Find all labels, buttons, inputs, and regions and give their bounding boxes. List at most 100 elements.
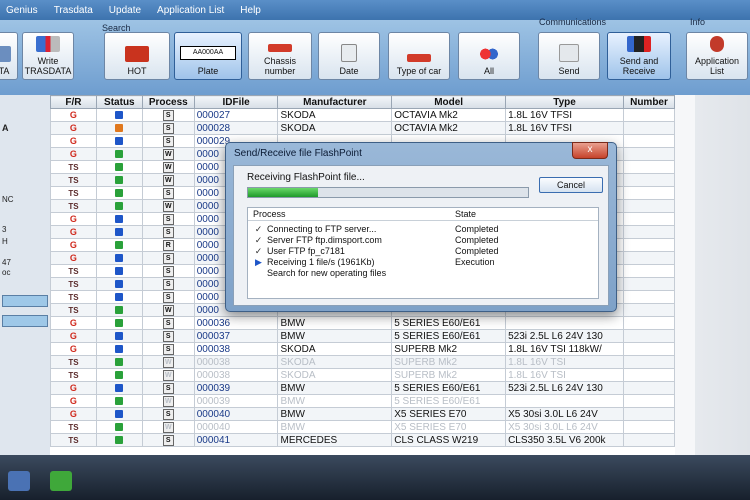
application-list-button[interactable]: Application List [686, 32, 748, 80]
ta-button[interactable]: TA [0, 32, 18, 80]
number-cell [622, 329, 675, 343]
step-status-icon: ✓ [254, 224, 263, 234]
status-cell [95, 433, 143, 447]
col-process[interactable]: Process [141, 95, 195, 109]
menu-bar: Genius Trasdata Update Application List … [0, 0, 750, 20]
write-trasdata-button[interactable]: Write TRASDATA [22, 32, 74, 80]
col-status[interactable]: Status [95, 95, 143, 109]
progress-fill [248, 188, 318, 197]
table-row[interactable]: G S 000036 BMW 5 SERIES E60/E61 [50, 316, 675, 330]
process-cell: S [141, 251, 195, 265]
process-list: Process State ✓ Connecting to FTP server.… [247, 207, 599, 299]
process-cell: S [141, 264, 195, 278]
table-row[interactable]: TS W 000038 SKODA SUPERB Mk2 1.8L 16V TSI [50, 355, 675, 369]
number-cell [622, 225, 675, 239]
process-cell: S [141, 225, 195, 239]
all-button[interactable]: All [458, 32, 520, 80]
process-badge: W [162, 305, 174, 316]
close-button[interactable]: x [572, 142, 608, 159]
second-taskbar-icon[interactable] [50, 471, 72, 491]
app-taskbar-icon[interactable] [8, 471, 30, 491]
chassis-number-button[interactable]: Chassis number [248, 32, 312, 80]
idfile-cell: 000038 [193, 355, 279, 369]
type-cell: 1.8L 16V TFSI [505, 108, 624, 122]
send-receive-button[interactable]: Send and Receive [607, 32, 671, 80]
status-cell [95, 316, 143, 330]
calendar-icon [341, 44, 357, 62]
type-cell [505, 316, 624, 330]
menu-help[interactable]: Help [240, 5, 261, 16]
menu-update[interactable]: Update [109, 5, 141, 16]
fr-cell: G [50, 121, 97, 135]
number-cell [622, 212, 675, 226]
table-row[interactable]: G W 000039 BMW 5 SERIES E60/E61 [50, 394, 675, 408]
table-row[interactable]: G S 000037 BMW 5 SERIES E60/E61 523i 2.5L L6 … [50, 329, 675, 343]
type-of-car-button[interactable]: Type of car [388, 32, 450, 80]
col-type[interactable]: Type [505, 95, 624, 109]
table-row[interactable]: G S 000027 SKODA OCTAVIA Mk2 1.8L 16V TFSI [50, 108, 675, 122]
type-cell: CLS350 3.5L V6 200k [505, 433, 624, 447]
status-icon [115, 149, 124, 158]
status-icon [115, 175, 124, 184]
sidebar-field-1[interactable] [2, 295, 48, 307]
state-header: State [455, 209, 477, 219]
process-badge: W [162, 201, 174, 212]
fr-cell: G [50, 212, 97, 226]
status-cell [95, 381, 143, 395]
menu-application-list[interactable]: Application List [157, 5, 224, 16]
manufacturer-cell: SKODA [277, 368, 393, 382]
table-row[interactable]: G S 000039 BMW 5 SERIES E60/E61 523i 2.5L L6 … [50, 381, 675, 395]
send-button[interactable]: Send [538, 32, 600, 80]
menu-trasdata[interactable]: Trasdata [54, 5, 93, 16]
table-row[interactable]: TS W 000040 BMW X5 SERIES E70 X5 30si 3.0L L6… [50, 420, 675, 434]
col-manufacturer[interactable]: Manufacturer [277, 95, 393, 109]
fr-cell: TS [50, 368, 97, 382]
process-cell: R [141, 238, 195, 252]
process-badge: S [162, 318, 174, 329]
col-number[interactable]: Number [622, 95, 675, 109]
model-cell: 5 SERIES E60/E61 [391, 316, 507, 330]
col-idfile[interactable]: IDFile [193, 95, 279, 109]
cancel-button[interactable]: Cancel [539, 177, 603, 193]
process-cell: S [141, 433, 195, 447]
step-state: Completed [455, 235, 499, 245]
process-cell: S [141, 212, 195, 226]
process-cell: W [141, 147, 195, 161]
table-row[interactable]: G S 000040 BMW X5 SERIES E70 X5 30si 3.0L L6 … [50, 407, 675, 421]
number-cell [622, 316, 675, 330]
col-model[interactable]: Model [391, 95, 507, 109]
status-cell [95, 329, 143, 343]
fr-cell: TS [50, 186, 97, 200]
type-cell: 523i 2.5L L6 24V 130 [505, 329, 624, 343]
fr-cell: G [50, 225, 97, 239]
process-cell: W [141, 160, 195, 174]
table-row[interactable]: G S 000038 SKODA SUPERB Mk2 1.8L 16V TSI 118k… [50, 342, 675, 356]
sidebar-item-a: A [2, 123, 9, 133]
status-icon [115, 162, 124, 171]
model-cell: SUPERB Mk2 [391, 368, 507, 382]
fr-cell: G [50, 316, 97, 330]
sidebar-field-2[interactable] [2, 315, 48, 327]
status-cell [95, 342, 143, 356]
status-icon [115, 240, 124, 249]
number-cell [622, 108, 675, 122]
idfile-cell: 000038 [193, 368, 279, 382]
communications-group-label: Communications [539, 17, 607, 27]
process-badge: S [162, 409, 174, 420]
hot-button[interactable]: HOT [104, 32, 170, 80]
table-row[interactable]: TS W 000038 SKODA SUPERB Mk2 1.8L 16V TSI [50, 368, 675, 382]
date-button[interactable]: Date [318, 32, 380, 80]
model-cell: SUPERB Mk2 [391, 355, 507, 369]
number-cell [622, 277, 675, 291]
table-row[interactable]: TS S 000041 MERCEDES CLS CLASS W219 CLS350 3.… [50, 433, 675, 447]
col-fr[interactable]: F/R [50, 95, 97, 109]
table-row[interactable]: G S 000028 SKODA OCTAVIA Mk2 1.8L 16V TFSI [50, 121, 675, 135]
car-icon [268, 44, 292, 52]
step-text: User FTP fp_c7181 [267, 246, 345, 256]
status-cell [95, 264, 143, 278]
plate-button[interactable]: AA000AA Plate [174, 32, 242, 80]
status-cell [95, 355, 143, 369]
number-cell [622, 160, 675, 174]
manufacturer-cell: SKODA [277, 121, 393, 135]
menu-genius[interactable]: Genius [6, 5, 38, 16]
